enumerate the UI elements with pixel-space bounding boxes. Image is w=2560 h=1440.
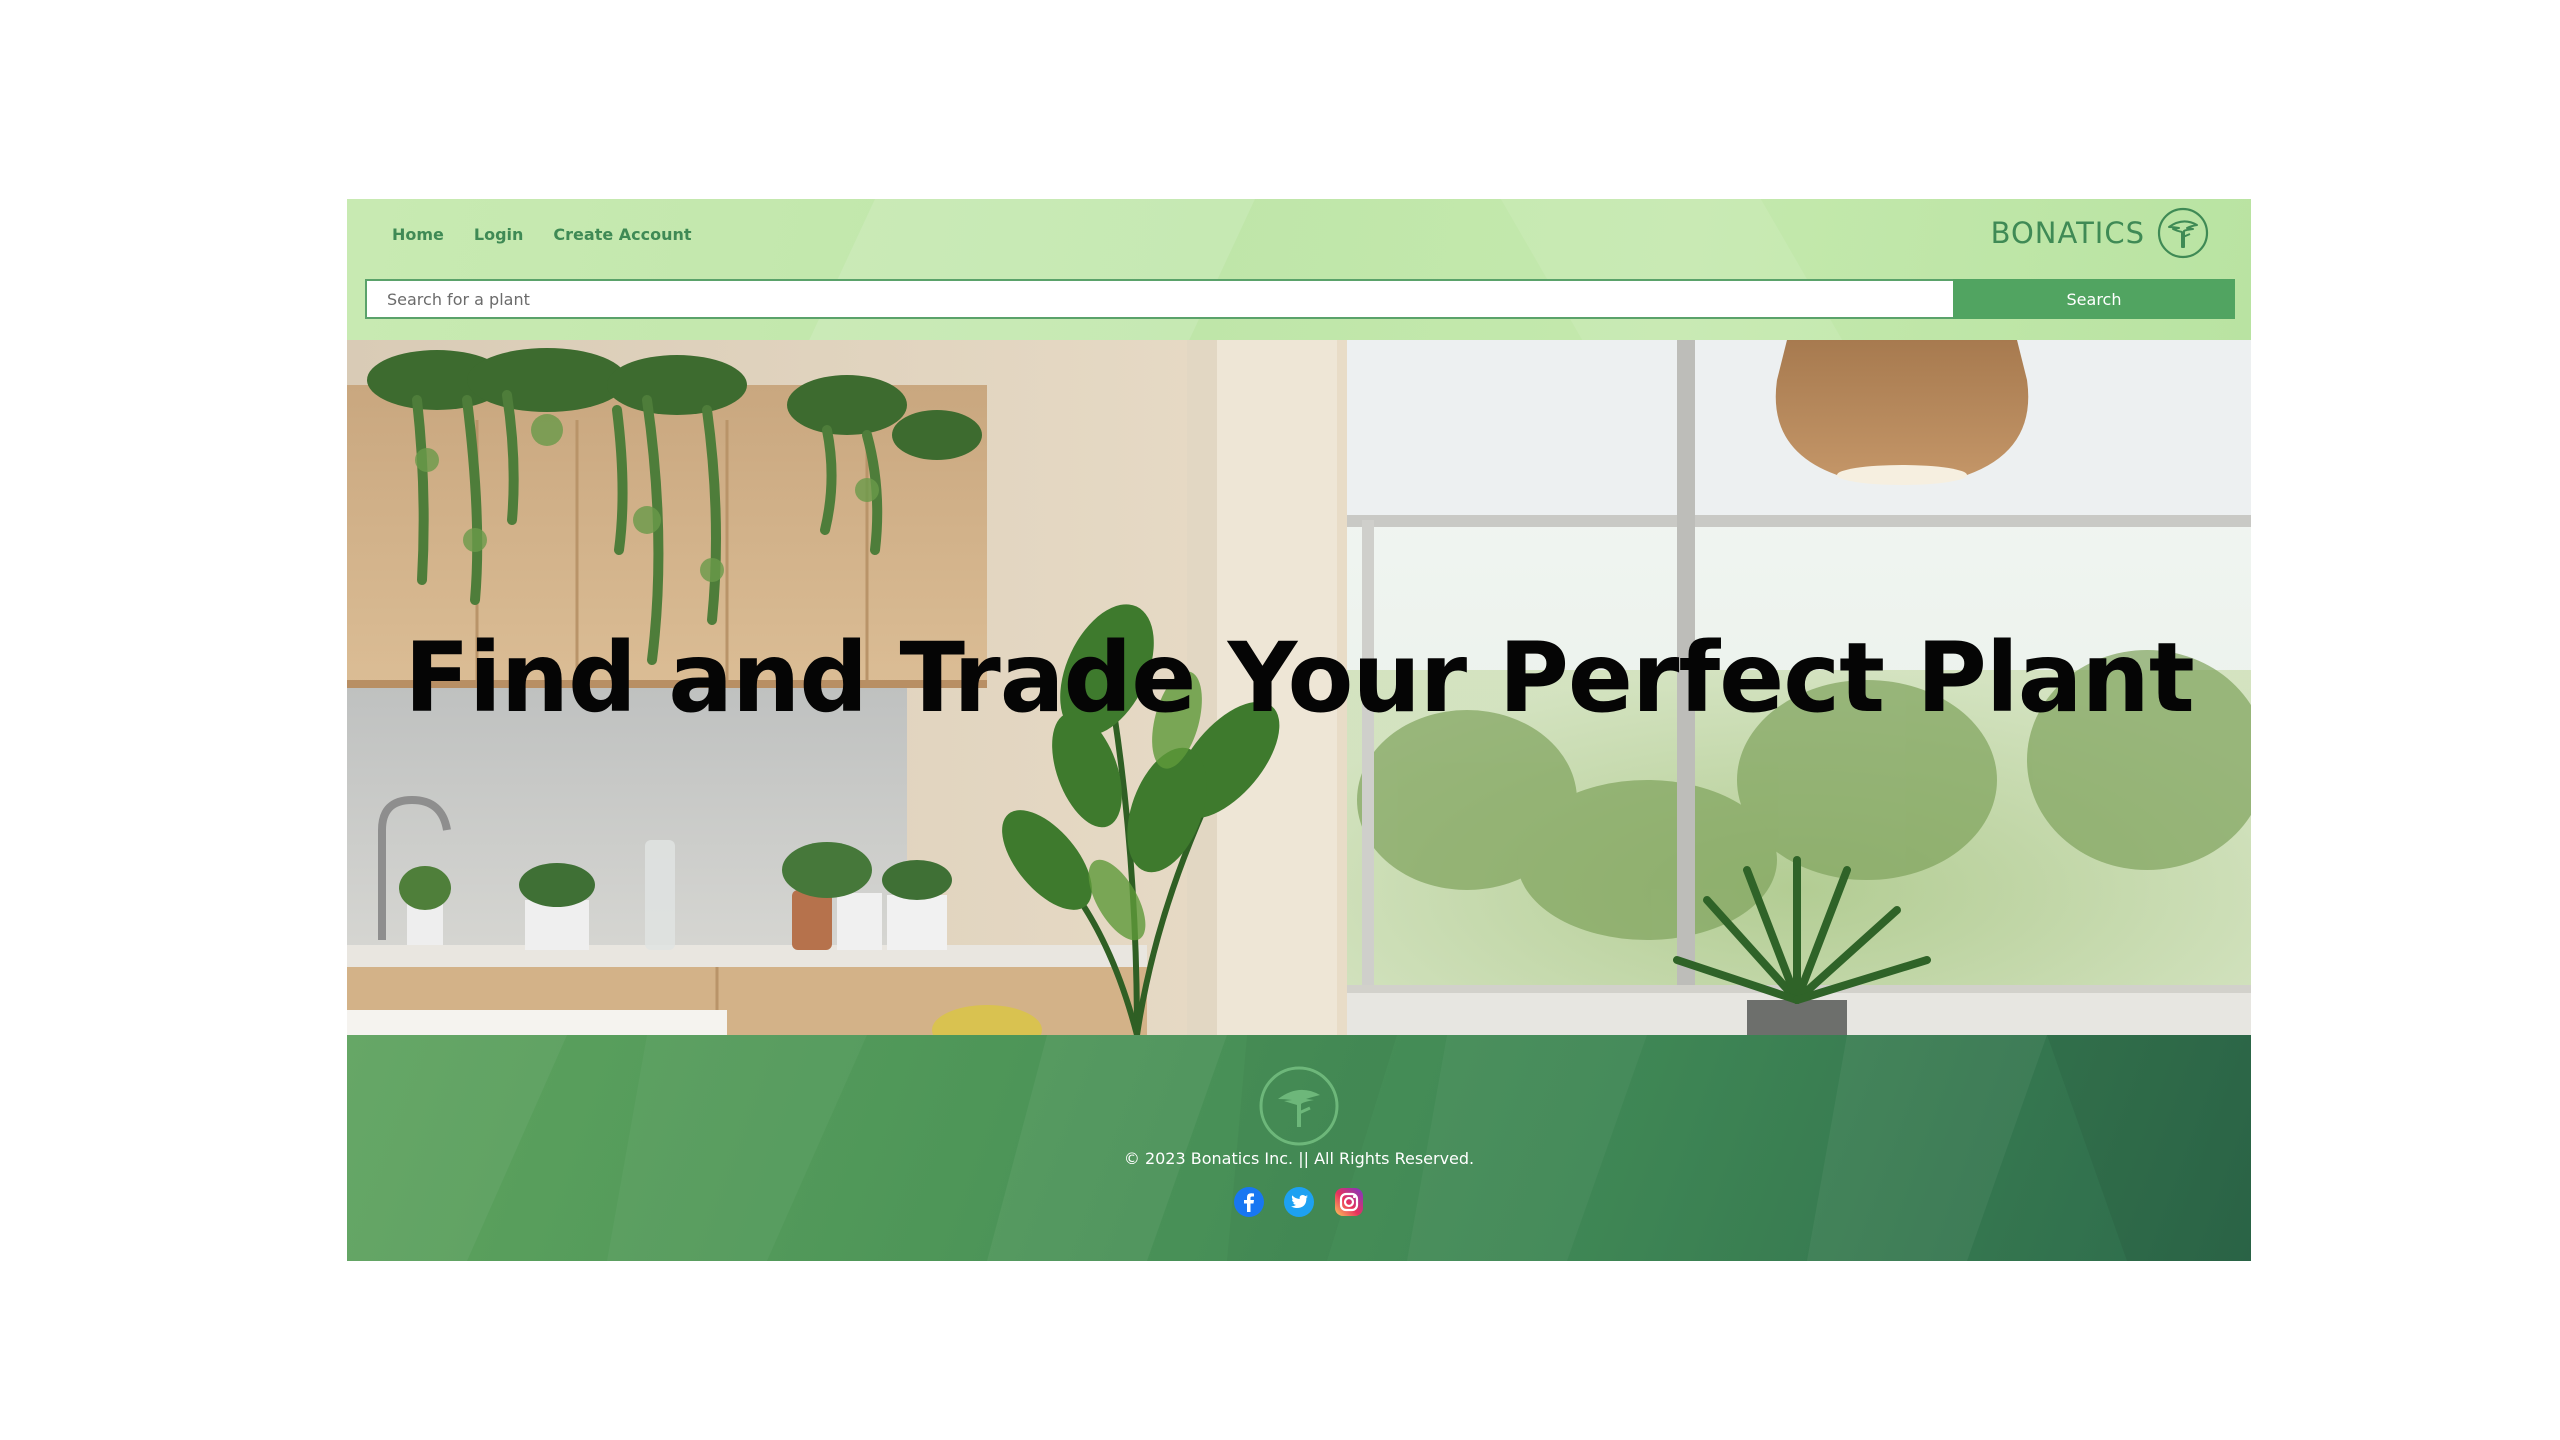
instagram-icon[interactable] — [1333, 1186, 1365, 1218]
nav-home-link[interactable]: Home — [392, 221, 444, 248]
search-bar: Search — [365, 279, 2235, 319]
brand-name: BONATICS — [1990, 216, 2145, 250]
facebook-icon[interactable] — [1233, 1186, 1265, 1218]
page: Home Login Create Account BONATICS Searc… — [347, 199, 2251, 1261]
nav-create-account-link[interactable]: Create Account — [553, 221, 691, 248]
hero-banner: Find and Trade Your Perfect Plant — [347, 340, 2251, 1035]
search-button[interactable]: Search — [1953, 279, 2235, 319]
hero-title: Find and Trade Your Perfect Plant — [404, 622, 2195, 734]
site-footer: © 2023 Bonatics Inc. || All Rights Reser… — [347, 1035, 2251, 1261]
copyright-text: © 2023 Bonatics Inc. || All Rights Reser… — [1123, 1149, 1475, 1168]
search-input[interactable] — [365, 279, 1953, 319]
brand[interactable]: BONATICS — [1991, 207, 2209, 259]
nav-login-link[interactable]: Login — [474, 221, 524, 248]
twitter-icon[interactable] — [1283, 1186, 1315, 1218]
site-header: Home Login Create Account BONATICS Searc… — [347, 199, 2251, 340]
social-links — [347, 1186, 2251, 1218]
main-nav: Home Login Create Account — [392, 221, 692, 248]
tree-icon — [1259, 1066, 1339, 1146]
tree-icon — [2157, 207, 2209, 259]
